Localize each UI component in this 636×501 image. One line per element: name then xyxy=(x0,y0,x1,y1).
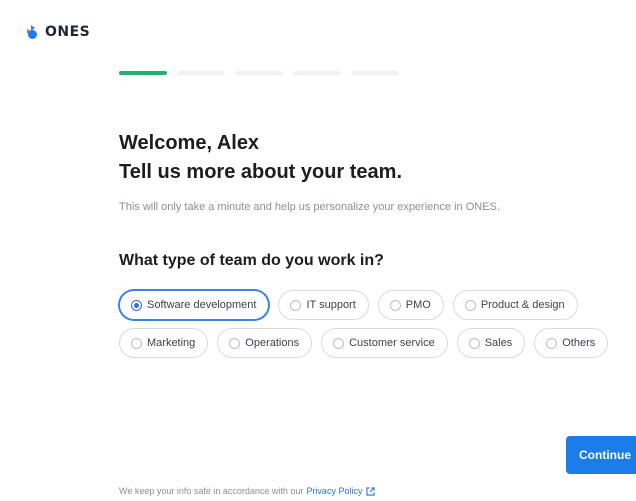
option-label: Marketing xyxy=(147,337,196,349)
privacy-policy-link[interactable]: Privacy Policy xyxy=(306,486,362,496)
progress-step-2 xyxy=(177,71,225,75)
option-sales[interactable]: Sales xyxy=(456,328,526,358)
radio-icon xyxy=(333,337,345,349)
progress-step-5 xyxy=(351,71,399,75)
option-label: Product & design xyxy=(480,299,565,311)
option-software-development[interactable]: Software development xyxy=(119,290,270,320)
page-subtitle: This will only take a minute and help us… xyxy=(119,201,500,213)
radio-icon xyxy=(389,299,401,311)
option-it-support[interactable]: IT support xyxy=(278,290,369,320)
option-label: Software development xyxy=(147,299,257,311)
ones-logo-icon xyxy=(27,25,37,39)
option-label: Sales xyxy=(484,337,513,349)
brand-name: ONES xyxy=(45,24,91,40)
option-marketing[interactable]: Marketing xyxy=(119,328,209,358)
progress-step-4 xyxy=(293,71,341,75)
option-operations[interactable]: Operations xyxy=(217,328,313,358)
privacy-notice: We keep your info safe in accordance wit… xyxy=(119,486,376,496)
radio-icon xyxy=(464,299,476,311)
radio-selected-icon xyxy=(131,299,142,311)
radio-icon xyxy=(131,337,142,349)
option-customer-service[interactable]: Customer service xyxy=(321,328,448,358)
option-label: Customer service xyxy=(349,337,435,349)
privacy-text: We keep your info safe in accordance wit… xyxy=(119,486,304,496)
options-row-2: Marketing Operations Customer service Sa… xyxy=(119,328,609,358)
continue-button[interactable]: Continue xyxy=(566,436,636,474)
step-progress xyxy=(119,71,399,75)
option-label: IT support xyxy=(306,299,356,311)
radio-icon xyxy=(468,337,480,349)
welcome-heading: Welcome, Alex xyxy=(119,132,260,154)
team-type-question: What type of team do you work in? xyxy=(119,252,384,269)
team-type-options: Software development IT support PMO Prod… xyxy=(119,290,609,366)
option-label: PMO xyxy=(405,299,431,311)
option-others[interactable]: Others xyxy=(534,328,609,358)
radio-icon xyxy=(229,337,241,349)
external-link-icon[interactable] xyxy=(366,486,376,496)
radio-icon xyxy=(546,337,558,349)
progress-step-1 xyxy=(119,71,167,75)
options-row-1: Software development IT support PMO Prod… xyxy=(119,290,608,320)
option-label: Others xyxy=(562,337,596,349)
page-title: Tell us more about your team. xyxy=(119,161,403,183)
radio-icon xyxy=(290,299,302,311)
brand-logo: ONES xyxy=(24,24,90,40)
option-label: Operations xyxy=(245,337,300,349)
option-pmo[interactable]: PMO xyxy=(377,290,444,320)
option-product-design[interactable]: Product & design xyxy=(452,290,578,320)
progress-step-3 xyxy=(235,71,283,75)
